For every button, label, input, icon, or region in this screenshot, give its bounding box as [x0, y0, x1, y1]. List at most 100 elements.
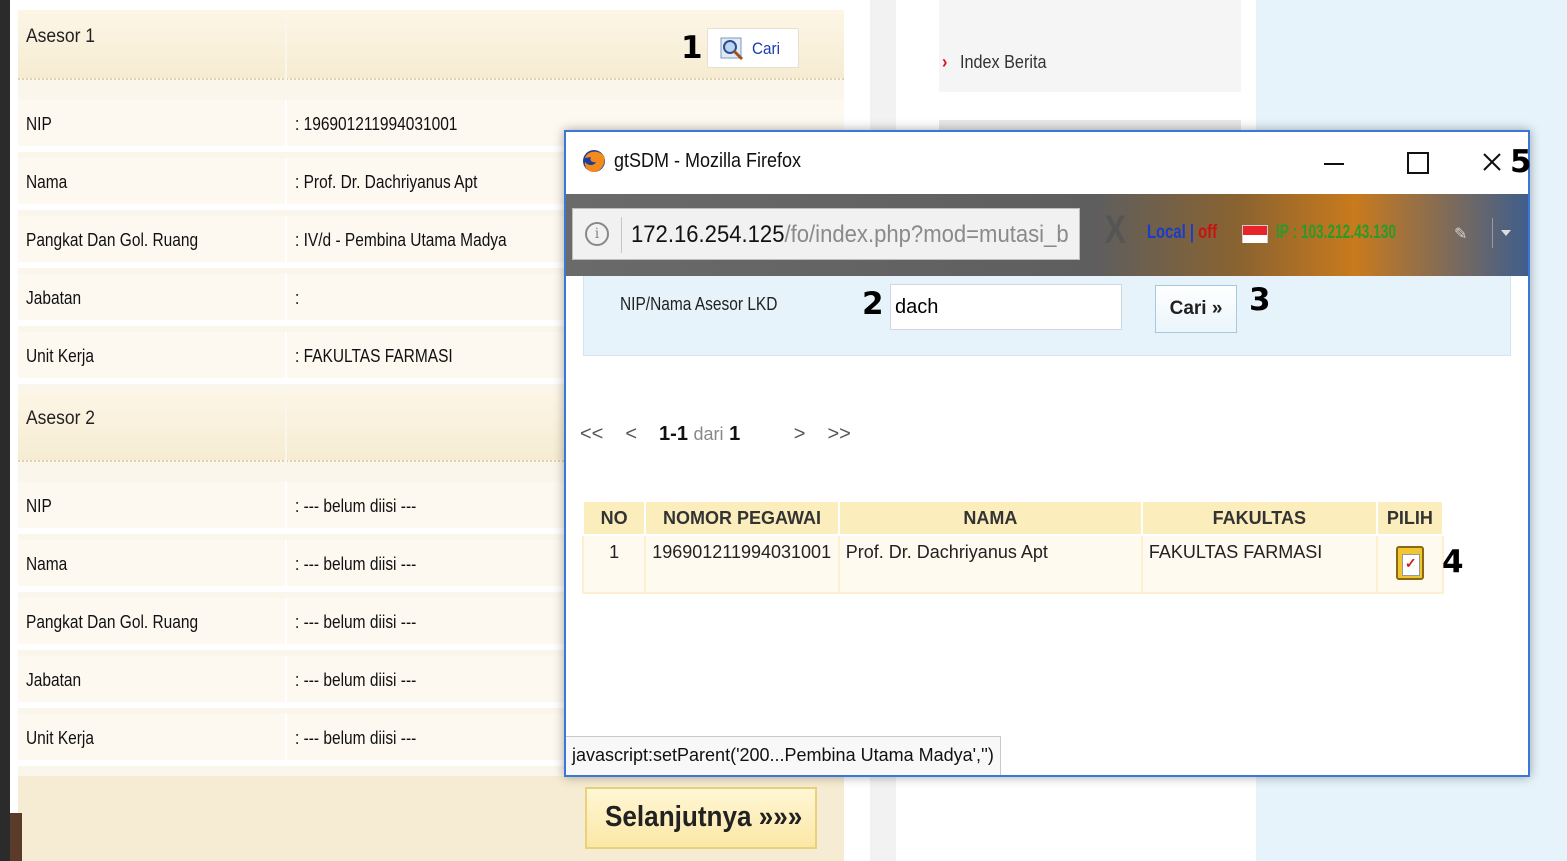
field-value: : --- belum diisi ---	[295, 612, 417, 632]
browser-toolbar: i 172.16.254.125/fo/index.php?mod=mutasi…	[566, 194, 1528, 276]
header-divider	[285, 392, 287, 462]
col-header-nip: NOMOR PEGAWAI	[644, 500, 840, 536]
clear-x-button[interactable]: X	[1105, 208, 1126, 253]
window-title: gtSDM - Mozilla Firefox	[614, 150, 802, 172]
annotation-5: 5	[1510, 144, 1532, 180]
page-of: dari	[693, 424, 724, 444]
info-icon[interactable]: i	[585, 222, 609, 246]
col-divider	[285, 714, 287, 766]
search-button[interactable]: Cari »	[1155, 285, 1237, 333]
asesor1-title: Asesor 1	[26, 26, 95, 47]
minimize-button[interactable]	[1314, 142, 1354, 182]
ip-address: IP : 103.212.43.130	[1276, 222, 1396, 243]
field-value: : --- belum diisi ---	[295, 554, 417, 574]
field-value: :	[295, 288, 300, 308]
search-label: NIP/Nama Asesor LKD	[620, 294, 778, 314]
last-page-link[interactable]: >>	[827, 423, 850, 445]
field-label: Nama	[26, 554, 68, 574]
field-label: Jabatan	[26, 288, 82, 308]
field-value: : IV/d - Pembina Utama Madya	[295, 230, 507, 250]
field-label: NIP	[26, 114, 52, 134]
cell-fakultas: FAKULTAS FARMASI	[1140, 534, 1378, 594]
asesor2-title: Asesor 2	[26, 408, 95, 429]
field-label: Unit Kerja	[26, 346, 94, 366]
indonesia-flag-icon	[1242, 225, 1268, 243]
page-edge	[10, 813, 22, 861]
window-titlebar: gtSDM - Mozilla Firefox	[566, 132, 1528, 194]
firefox-icon	[583, 150, 605, 172]
page-range: 1-1	[659, 423, 688, 445]
field-label: Nama	[26, 172, 68, 192]
chevron-down-icon[interactable]	[1492, 218, 1516, 248]
magnifier-icon	[720, 37, 744, 61]
next-button[interactable]: Selanjutnya »»»	[585, 787, 817, 849]
close-icon	[1483, 153, 1501, 171]
page-total: 1	[729, 423, 741, 445]
chevron-right-icon: ›	[942, 52, 948, 72]
col-divider	[285, 274, 287, 326]
field-value: : 196901211994031001	[295, 114, 458, 134]
col-divider	[285, 100, 287, 152]
col-divider	[285, 158, 287, 210]
annotation-2: 2	[862, 286, 884, 322]
page: Asesor 1 1 Cari NIP : 196901211994031001…	[10, 0, 1567, 861]
field-label: Unit Kerja	[26, 728, 94, 748]
field-value: : --- belum diisi ---	[295, 670, 417, 690]
news-box	[939, 0, 1241, 92]
firefox-popup-window: gtSDM - Mozilla Firefox i 172.16.254.125…	[564, 130, 1530, 777]
annotation-3: 3	[1249, 282, 1271, 318]
next-button-label: Selanjutnya »»»	[605, 801, 803, 833]
table-header-row: NO NOMOR PEGAWAI NAMA FAKULTAS PILIH	[581, 500, 1445, 536]
field-label: Jabatan	[26, 670, 82, 690]
url-path: /fo/index.php?mod=mutasi_b	[784, 221, 1069, 248]
asesor1-search-button[interactable]: Cari	[707, 28, 799, 68]
maximize-button[interactable]	[1396, 142, 1436, 182]
col-header-nama: NAMA	[837, 500, 1143, 536]
off-label: off	[1198, 222, 1218, 243]
search-input[interactable]	[890, 284, 1122, 330]
tools-icon[interactable]: ✎	[1454, 224, 1467, 244]
cell-nama: Prof. Dr. Dachriyanus Apt	[837, 534, 1143, 594]
col-header-no: NO	[581, 500, 647, 536]
index-berita-label: Index Berita	[960, 52, 1047, 72]
field-value: : --- belum diisi ---	[295, 496, 417, 516]
index-berita-link[interactable]: › Index Berita	[942, 52, 1046, 73]
url-text: 172.16.254.125/fo/index.php?mod=mutasi_b	[631, 221, 1069, 249]
col-header-fakultas: FAKULTAS	[1140, 500, 1378, 536]
field-label: Pangkat Dan Gol. Ruang	[26, 612, 199, 632]
results-table: NO NOMOR PEGAWAI NAMA FAKULTAS PILIH 1 1…	[581, 500, 1445, 594]
url-separator	[621, 217, 622, 253]
col-divider	[285, 540, 287, 592]
col-divider	[285, 598, 287, 650]
url-host: 172.16.254.125	[631, 221, 785, 248]
cell-nip: 196901211994031001	[644, 534, 840, 594]
next-page-link[interactable]: >	[794, 423, 806, 445]
field-value: : --- belum diisi ---	[295, 728, 417, 748]
form-footer: Selanjutnya »»»	[18, 776, 844, 861]
asesor1-header: Asesor 1 1 Cari	[18, 10, 844, 80]
field-label: Pangkat Dan Gol. Ruang	[26, 230, 199, 250]
header-divider	[285, 10, 287, 80]
field-value: : FAKULTAS FARMASI	[295, 346, 453, 366]
col-divider	[285, 656, 287, 708]
field-value: : Prof. Dr. Dachriyanus Apt	[295, 172, 478, 192]
url-field[interactable]: i 172.16.254.125/fo/index.php?mod=mutasi…	[572, 208, 1080, 260]
cell-pilih	[1375, 534, 1445, 594]
search-panel: NIP/Nama Asesor LKD 2 Cari » 3	[583, 276, 1511, 356]
field-label: NIP	[26, 496, 52, 516]
pagination: << <1-1 dari 1 > >>	[580, 423, 873, 446]
clipboard-check-icon[interactable]	[1395, 546, 1424, 580]
table-row: 1 196901211994031001 Prof. Dr. Dachriyan…	[581, 534, 1445, 594]
cell-no: 1	[581, 534, 647, 594]
asesor1-search-label: Cari	[752, 39, 781, 58]
local-label: Local |	[1147, 222, 1199, 243]
annotation-4: 4	[1442, 544, 1464, 580]
col-divider	[285, 216, 287, 268]
local-status: Local | off	[1147, 222, 1217, 244]
col-divider	[285, 482, 287, 534]
status-bar: javascript:setParent('200...Pembina Utam…	[566, 736, 1001, 775]
close-button[interactable]	[1472, 142, 1512, 182]
col-divider	[285, 332, 287, 384]
first-page-link[interactable]: <<	[580, 423, 603, 445]
prev-page-link[interactable]: <	[625, 423, 637, 445]
